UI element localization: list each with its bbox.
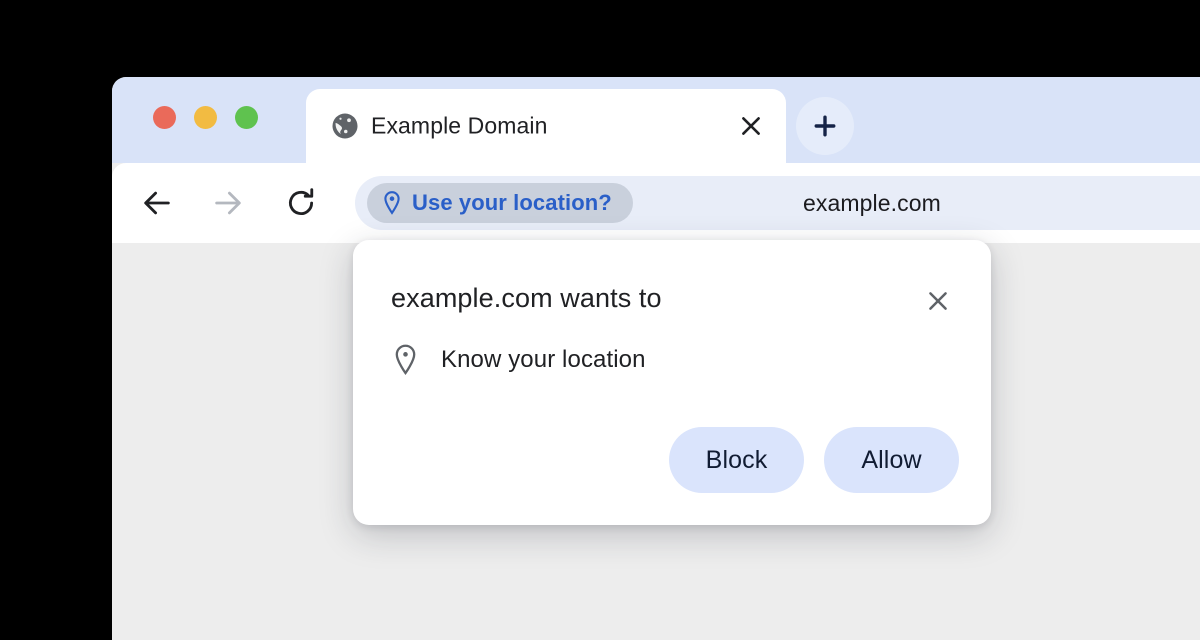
- forward-button[interactable]: [211, 186, 245, 220]
- location-permission-chip[interactable]: Use your location?: [367, 183, 633, 223]
- globe-icon: [332, 113, 358, 139]
- new-tab-button[interactable]: [796, 97, 854, 155]
- dialog-title: example.com wants to: [391, 283, 662, 313]
- window-zoom-button[interactable]: [235, 106, 258, 129]
- permission-item-location: Know your location: [391, 343, 646, 377]
- back-button[interactable]: [140, 186, 174, 220]
- window-close-button[interactable]: [153, 106, 176, 129]
- allow-button[interactable]: Allow: [824, 427, 959, 493]
- screenshot-stage: Example Domain Use your location? exampl…: [0, 0, 1200, 640]
- location-pin-icon: [384, 191, 400, 215]
- permission-label: Know your location: [441, 346, 646, 373]
- browser-toolbar: Use your location? example.com: [112, 163, 1200, 243]
- tab-title: Example Domain: [371, 112, 548, 139]
- tab-example-domain[interactable]: Example Domain: [306, 89, 786, 163]
- reload-button[interactable]: [284, 186, 318, 220]
- address-bar[interactable]: Use your location? example.com: [355, 176, 1200, 230]
- block-button[interactable]: Block: [669, 427, 804, 493]
- tab-close-icon[interactable]: [738, 113, 764, 139]
- dialog-actions: Block Allow: [669, 427, 959, 493]
- window-traffic-lights: [153, 106, 258, 129]
- dialog-close-icon[interactable]: [925, 288, 951, 314]
- location-pin-icon: [395, 344, 416, 376]
- location-chip-label: Use your location?: [412, 190, 612, 215]
- address-bar-url: example.com: [803, 189, 941, 216]
- plus-icon: [814, 115, 836, 137]
- tab-strip: Example Domain: [112, 77, 1200, 163]
- window-minimize-button[interactable]: [194, 106, 217, 129]
- location-permission-dialog: example.com wants to Know your location …: [353, 240, 991, 525]
